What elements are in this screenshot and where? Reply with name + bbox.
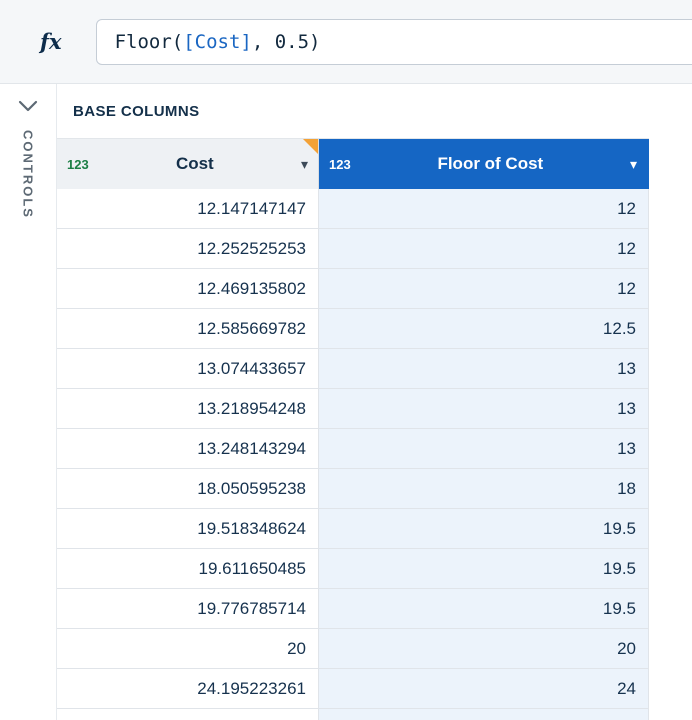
cell-cost[interactable]: 19.611650485: [57, 549, 319, 589]
cell-cost[interactable]: 12.147147147: [57, 189, 319, 229]
table-row: 12.147147147 12: [57, 189, 649, 229]
cell-floor[interactable]: 19.5: [319, 589, 649, 629]
formula-bar: fx Floor([Cost], 0.5): [0, 0, 692, 84]
cell-cost[interactable]: 12.585669782: [57, 309, 319, 349]
cell-floor[interactable]: 13: [319, 349, 649, 389]
column-menu-chevron-icon[interactable]: ▾: [630, 157, 637, 171]
formula-text-suffix: , 0.5): [251, 30, 321, 53]
column-label: Floor of Cost: [437, 154, 544, 173]
cell-cost[interactable]: 20: [57, 629, 319, 669]
table-header-row: 123 Cost ▾ 123 Floor of Cost ▾: [57, 139, 649, 189]
cell-floor[interactable]: 19.5: [319, 509, 649, 549]
cell-cost[interactable]: 12.252525253: [57, 229, 319, 269]
cell-floor[interactable]: 13: [319, 429, 649, 469]
column-menu-chevron-icon[interactable]: ▾: [301, 157, 308, 171]
numeric-type-icon: 123: [67, 156, 89, 172]
cell-floor[interactable]: 12: [319, 269, 649, 309]
section-title: BASE COLUMNS: [57, 84, 649, 139]
cell-cost[interactable]: 24.195223261: [57, 669, 319, 709]
cell-cost[interactable]: 12.469135802: [57, 269, 319, 309]
column-header-floor-of-cost[interactable]: 123 Floor of Cost ▾: [319, 139, 649, 189]
table-row: 24.195223261 24: [57, 669, 649, 709]
table-row: 19.518348624 19.5: [57, 509, 649, 549]
formula-text: Floor(: [114, 30, 184, 53]
cell-cost[interactable]: 13.218954248: [57, 389, 319, 429]
numeric-type-icon: 123: [329, 156, 351, 172]
cell-floor[interactable]: 18: [319, 469, 649, 509]
column-header-cost[interactable]: 123 Cost ▾: [57, 139, 319, 189]
table-row: 13.248143294 13: [57, 429, 649, 469]
table-row: 12.585669782 12.5: [57, 309, 649, 349]
table-row: 19.776785714 19.5: [57, 589, 649, 629]
table-row: 18.050595238 18: [57, 469, 649, 509]
chevron-down-icon[interactable]: [18, 100, 38, 112]
cell-floor[interactable]: 24: [319, 669, 649, 709]
controls-panel-label[interactable]: CONTROLS: [21, 130, 36, 219]
column-label: Cost: [175, 154, 214, 173]
table-row: 12.252525253 12: [57, 229, 649, 269]
cell-floor[interactable]: 12: [319, 189, 649, 229]
fx-icon: fx: [40, 29, 62, 54]
cell-cost[interactable]: 13.248143294: [57, 429, 319, 469]
main-panel: BASE COLUMNS 123 Cost ▾ 123 Floor of Cos…: [56, 84, 692, 720]
table-row: 19.611650485 19.5: [57, 549, 649, 589]
cell-floor[interactable]: 12: [319, 229, 649, 269]
data-table: 123 Cost ▾ 123 Floor of Cost ▾ 12.147147…: [57, 139, 649, 720]
corner-marker-icon: [303, 139, 318, 154]
table-row: 13.218954248 13: [57, 389, 649, 429]
formula-input[interactable]: Floor([Cost], 0.5): [95, 18, 692, 65]
table-row: 12.469135802 12: [57, 269, 649, 309]
content-area: CONTROLS BASE COLUMNS 123 Cost ▾ 123 Flo…: [0, 84, 692, 720]
cell-cost[interactable]: 13.074433657: [57, 349, 319, 389]
cell-cost[interactable]: 19.518348624: [57, 509, 319, 549]
cell-floor[interactable]: 20: [319, 629, 649, 669]
table-row-partial: [57, 709, 649, 720]
cell-cost[interactable]: 19.776785714: [57, 589, 319, 629]
cell-floor[interactable]: 13: [319, 389, 649, 429]
cell-floor[interactable]: 12.5: [319, 309, 649, 349]
formula-column-reference: [Cost]: [183, 30, 252, 53]
cell-floor[interactable]: 19.5: [319, 549, 649, 589]
table-row: 20 20: [57, 629, 649, 669]
cell-cost[interactable]: 18.050595238: [57, 469, 319, 509]
controls-sidebar: CONTROLS: [0, 84, 56, 720]
cell-cost[interactable]: [57, 709, 319, 720]
cell-floor[interactable]: [319, 709, 649, 720]
table-row: 13.074433657 13: [57, 349, 649, 389]
